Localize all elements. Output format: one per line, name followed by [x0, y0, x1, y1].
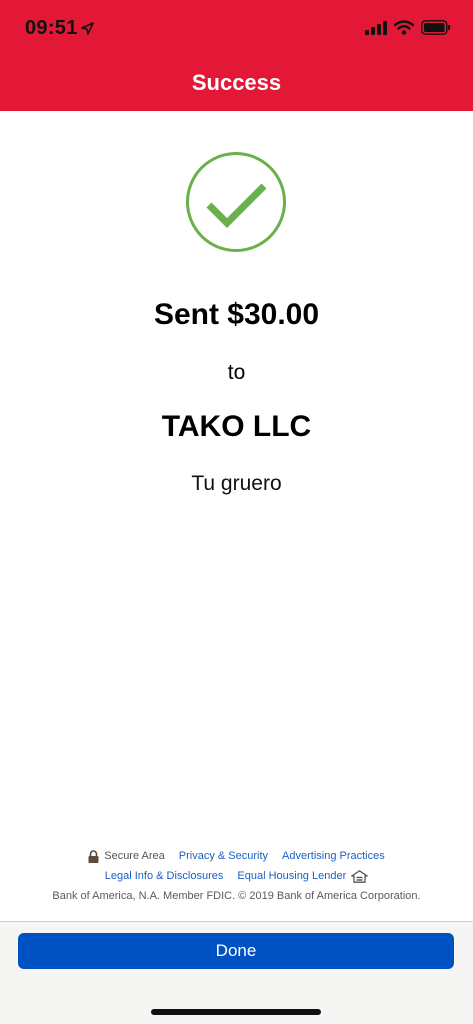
to-label: to [227, 361, 246, 384]
copyright: Bank of America, N.A. Member FDIC. © 201… [52, 890, 421, 902]
footer-row-2: Legal Info & Disclosures Equal Housing L… [0, 866, 473, 886]
status-icons [365, 20, 451, 35]
legal-info-link[interactable]: Legal Info & Disclosures [105, 870, 224, 882]
secure-area: Secure Area [88, 849, 165, 863]
payment-memo: Tu gruero [191, 472, 282, 495]
status-bar: 09:51 [0, 0, 473, 58]
clock-text: 09:51 [25, 17, 78, 39]
checkmark-circle-icon [186, 152, 286, 252]
done-button[interactable]: Done [18, 933, 454, 969]
secure-area-label: Secure Area [104, 850, 165, 862]
confirmation-content: Sent $30.00 to TAKO LLC Tu gruero Secure… [0, 111, 473, 921]
location-arrow-icon [80, 22, 94, 35]
lock-icon [88, 849, 99, 863]
recipient-name: TAKO LLC [161, 410, 312, 443]
privacy-security-link[interactable]: Privacy & Security [179, 850, 268, 862]
page-title: Success [191, 70, 282, 95]
equal-housing: Equal Housing Lender [237, 869, 369, 883]
header-bar: 09:51 Success [0, 0, 473, 111]
status-time: 09:51 [25, 17, 94, 40]
footer: Secure Area Privacy & Security Advertisi… [0, 846, 473, 906]
signal-icon [365, 20, 387, 35]
equal-housing-icon [351, 869, 369, 883]
wifi-icon [394, 20, 414, 35]
sent-amount: Sent $30.00 [153, 298, 320, 331]
equal-housing-link[interactable]: Equal Housing Lender [237, 870, 346, 882]
battery-icon [421, 20, 451, 35]
advertising-practices-link[interactable]: Advertising Practices [282, 850, 385, 862]
bottom-action-bar: Done [0, 921, 473, 1024]
footer-row-1: Secure Area Privacy & Security Advertisi… [0, 846, 473, 866]
home-indicator [151, 1009, 321, 1015]
